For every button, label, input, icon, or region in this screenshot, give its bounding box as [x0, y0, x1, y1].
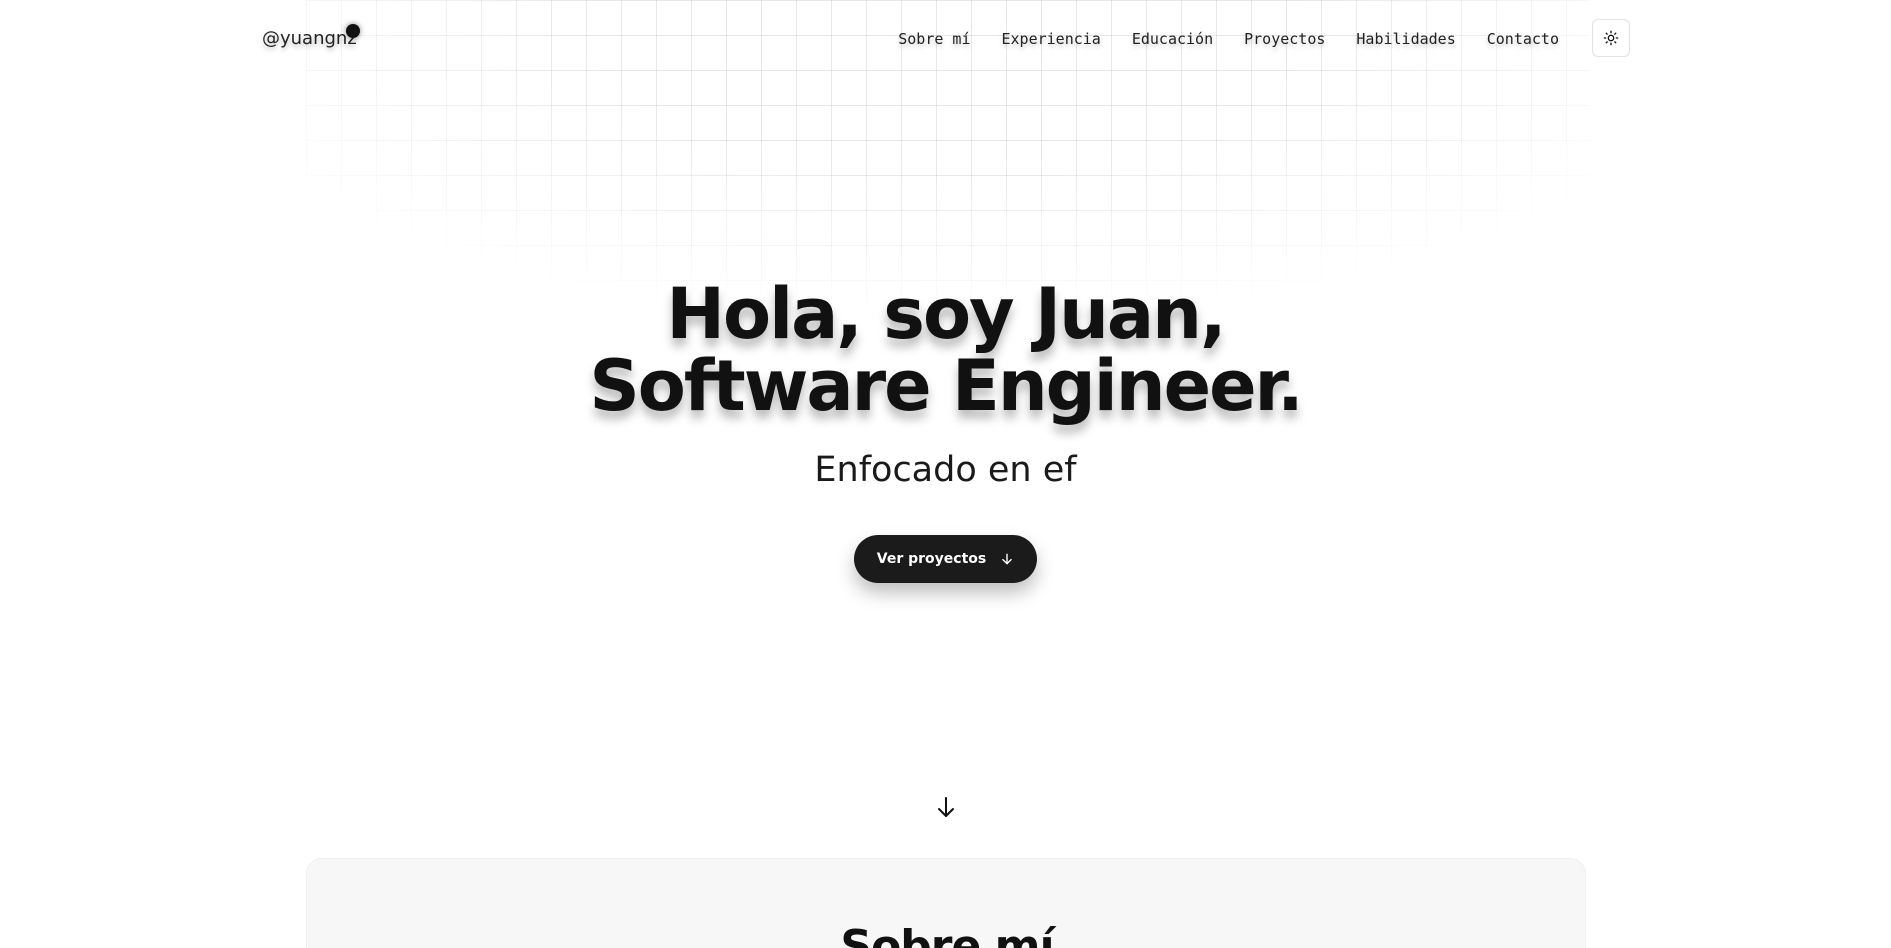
scroll-down-indicator[interactable]: [936, 795, 956, 819]
nav-item-educacion[interactable]: Educación: [1132, 30, 1213, 48]
nav-item-proyectos[interactable]: Proyectos: [1244, 30, 1325, 48]
hero-section: Hola, soy Juan, Software Engineer. Enfoc…: [0, 278, 1891, 490]
view-projects-button[interactable]: Ver proyectos: [854, 535, 1037, 583]
top-navigation-bar: @yuangnz Sobre mí Experiencia Educación …: [0, 0, 1891, 80]
arrow-down-icon: [1002, 553, 1013, 565]
site-logo[interactable]: @yuangnz: [262, 28, 357, 49]
sun-icon: [1603, 30, 1619, 46]
about-section: Sobre mí: [306, 858, 1586, 948]
hero-title-line-1: Hola, soy Juan,: [666, 273, 1226, 355]
theme-toggle-button[interactable]: [1592, 19, 1630, 57]
hero-subtitle: Enfocado en ef: [814, 450, 1077, 490]
nav-item-contacto[interactable]: Contacto: [1487, 30, 1559, 48]
arrow-down-icon: [938, 797, 954, 817]
nav-item-experiencia[interactable]: Experiencia: [1002, 30, 1101, 48]
nav-item-sobre-mi[interactable]: Sobre mí: [898, 30, 970, 48]
hero-title: Hola, soy Juan, Software Engineer.: [0, 278, 1891, 422]
main-nav: Sobre mí Experiencia Educación Proyectos…: [867, 30, 1559, 48]
view-projects-label: Ver proyectos: [876, 551, 987, 567]
hero-title-line-2: Software Engineer.: [589, 345, 1303, 427]
nav-item-habilidades[interactable]: Habilidades: [1356, 30, 1455, 48]
page: @yuangnz Sobre mí Experiencia Educación …: [0, 0, 1891, 948]
logo-dot: [346, 24, 360, 38]
about-title: Sobre mí: [840, 921, 1054, 948]
